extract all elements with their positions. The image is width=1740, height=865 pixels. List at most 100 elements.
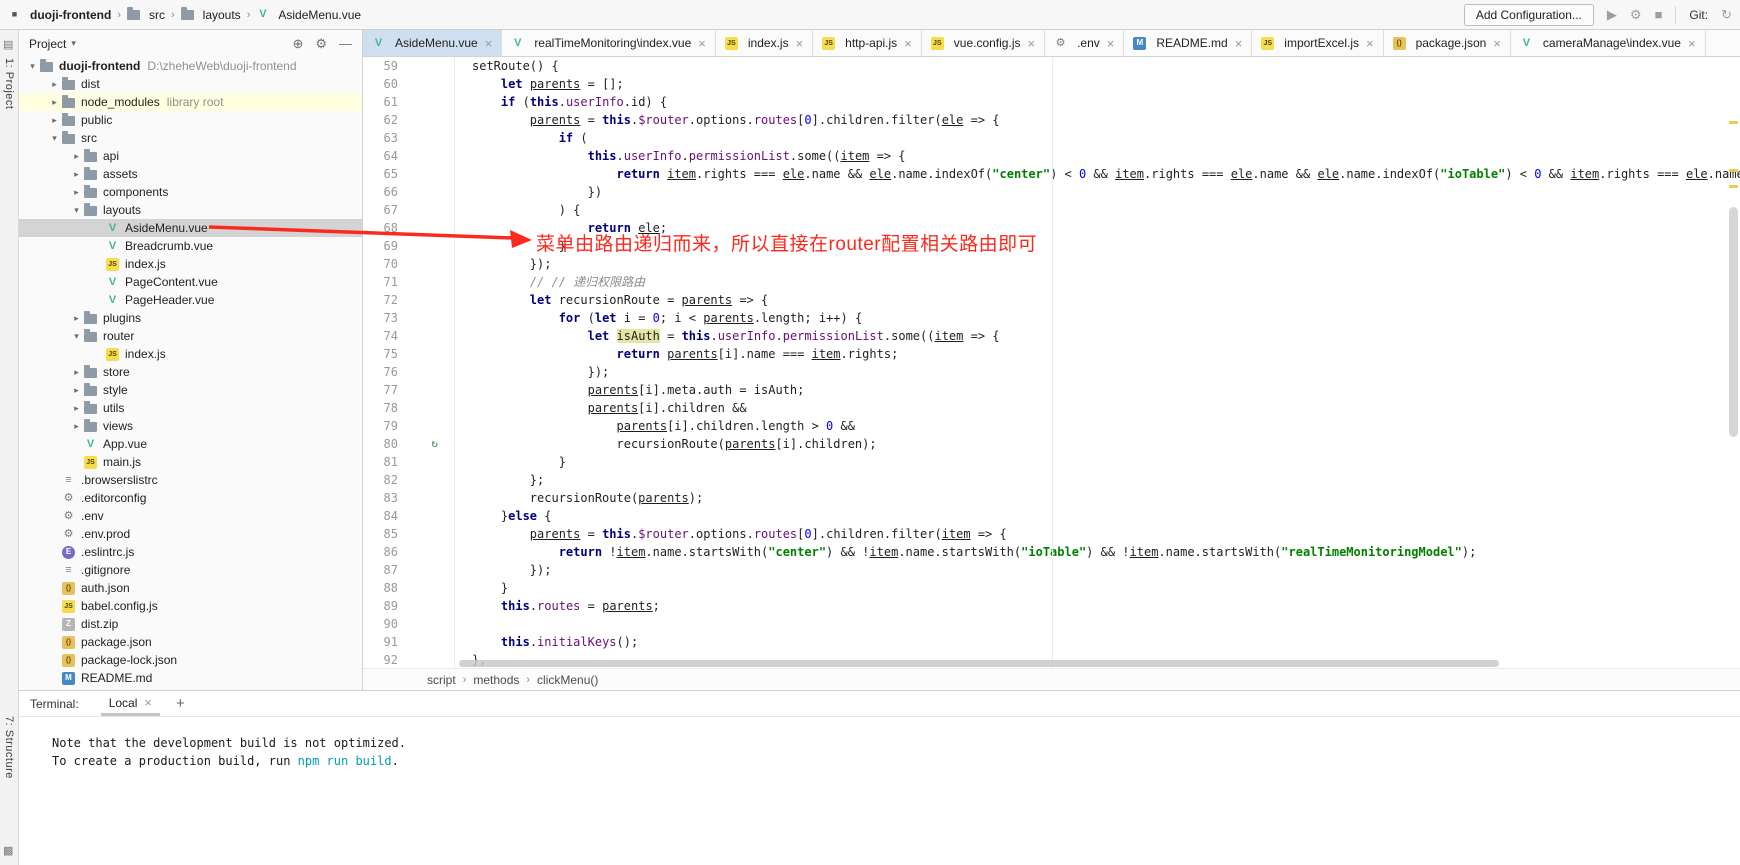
- warning-stripe-mark[interactable]: [1729, 169, 1738, 172]
- tree-item-dist[interactable]: ▸dist: [19, 75, 362, 93]
- tree-item-api[interactable]: ▸api: [19, 147, 362, 165]
- code-line[interactable]: 83 recursionRoute(parents);: [363, 489, 1740, 507]
- tree-item-AsideMenu.vue[interactable]: VAsideMenu.vue: [19, 219, 362, 237]
- breadcrumb-item-src[interactable]: src: [125, 8, 167, 22]
- code-line[interactable]: 64 this.userInfo.permissionList.some((it…: [363, 147, 1740, 165]
- code-text[interactable]: for (let i = 0; i < parents.length; i++)…: [455, 309, 862, 327]
- editor-tab-http-api.js[interactable]: JShttp-api.js×: [813, 30, 922, 56]
- tree-item-dist.zip[interactable]: Zdist.zip: [19, 615, 362, 633]
- tree-item-package.json[interactable]: {}package.json: [19, 633, 362, 651]
- tool-button-structure[interactable]: 7: Structure: [3, 716, 15, 779]
- code-text[interactable]: });: [455, 255, 551, 273]
- code-text[interactable]: recursionRoute(parents);: [455, 489, 703, 507]
- code-text[interactable]: });: [455, 561, 551, 579]
- code-text[interactable]: });: [455, 363, 609, 381]
- code-line[interactable]: 71 // // 递归权限路由: [363, 273, 1740, 291]
- code-text[interactable]: let isAuth = this.userInfo.permissionLis…: [455, 327, 1000, 345]
- tree-item-main.js[interactable]: JSmain.js: [19, 453, 362, 471]
- breadcrumb-item-AsideMenu.vue[interactable]: VAsideMenu.vue: [254, 8, 363, 22]
- tree-item-duoji-frontend[interactable]: ▾duoji-frontendD:\zheheWeb\duoji-fronten…: [19, 57, 362, 75]
- line-number[interactable]: 78: [363, 399, 455, 417]
- close-icon[interactable]: ×: [904, 36, 912, 51]
- build-icon[interactable]: ⚙: [1630, 8, 1642, 21]
- line-number[interactable]: 91: [363, 633, 455, 651]
- code-text[interactable]: }: [455, 579, 508, 597]
- tree-item-index.js[interactable]: JSindex.js: [19, 255, 362, 273]
- add-configuration-button[interactable]: Add Configuration...: [1464, 4, 1594, 26]
- editor-breadcrumb-methods[interactable]: methods: [473, 673, 519, 687]
- line-number[interactable]: 62: [363, 111, 455, 129]
- code-text[interactable]: [455, 615, 472, 633]
- line-number[interactable]: 92: [363, 651, 455, 668]
- code-line[interactable]: 70 });: [363, 255, 1740, 273]
- code-line[interactable]: 77 parents[i].meta.auth = isAuth;: [363, 381, 1740, 399]
- chevron-down-icon[interactable]: ▾: [69, 331, 84, 342]
- code-line[interactable]: 86 return !item.name.startsWith("center"…: [363, 543, 1740, 561]
- code-text[interactable]: recursionRoute(parents[i].children);: [455, 435, 877, 453]
- tree-item-.browserslistrc[interactable]: ≡.browserslistrc: [19, 471, 362, 489]
- code-line[interactable]: 75 return parents[i].name === item.right…: [363, 345, 1740, 363]
- tree-item-views[interactable]: ▸views: [19, 417, 362, 435]
- line-number[interactable]: 68: [363, 219, 455, 237]
- line-number[interactable]: 77: [363, 381, 455, 399]
- line-number[interactable]: 83: [363, 489, 455, 507]
- code-line[interactable]: 80↻ recursionRoute(parents[i].children);: [363, 435, 1740, 453]
- close-icon[interactable]: ×: [796, 36, 804, 51]
- code-line[interactable]: 90: [363, 615, 1740, 633]
- code-line[interactable]: 67 ) {: [363, 201, 1740, 219]
- code-line[interactable]: 72 let recursionRoute = parents => {: [363, 291, 1740, 309]
- chevron-right-icon[interactable]: ▸: [69, 367, 84, 378]
- code-line[interactable]: 82 };: [363, 471, 1740, 489]
- tree-item-layouts[interactable]: ▾layouts: [19, 201, 362, 219]
- tree-item-auth.json[interactable]: {}auth.json: [19, 579, 362, 597]
- tree-item-src[interactable]: ▾src: [19, 129, 362, 147]
- code-text[interactable]: parents[i].children &&: [455, 399, 747, 417]
- tree-item-node_modules[interactable]: ▸node_moduleslibrary root: [19, 93, 362, 111]
- line-number[interactable]: 90: [363, 615, 455, 633]
- tree-item-index.js[interactable]: JSindex.js: [19, 345, 362, 363]
- editor-tab-package.json[interactable]: {}package.json×: [1384, 30, 1511, 56]
- line-number[interactable]: 88: [363, 579, 455, 597]
- editor-tab-index.js[interactable]: JSindex.js×: [716, 30, 813, 56]
- breadcrumb-item-layouts[interactable]: layouts: [179, 8, 243, 22]
- code-text[interactable]: return !item.name.startsWith("center") &…: [455, 543, 1476, 561]
- chevron-down-icon[interactable]: ▾: [47, 133, 62, 144]
- close-icon[interactable]: ×: [1688, 36, 1696, 51]
- code-line[interactable]: 87 });: [363, 561, 1740, 579]
- chevron-down-icon[interactable]: ▾: [25, 61, 40, 72]
- line-number[interactable]: 60: [363, 75, 455, 93]
- editor-tab-AsideMenu.vue[interactable]: VAsideMenu.vue×: [363, 30, 502, 56]
- tree-item-App.vue[interactable]: VApp.vue: [19, 435, 362, 453]
- close-icon[interactable]: ×: [1235, 36, 1243, 51]
- code-line[interactable]: 79 parents[i].children.length > 0 &&: [363, 417, 1740, 435]
- code-line[interactable]: 76 });: [363, 363, 1740, 381]
- editor-tab-.env[interactable]: ⚙.env×: [1045, 30, 1124, 56]
- line-number[interactable]: 80↻: [363, 435, 455, 453]
- line-number[interactable]: 61: [363, 93, 455, 111]
- close-icon[interactable]: ×: [1107, 36, 1115, 51]
- code-line[interactable]: 89 this.routes = parents;: [363, 597, 1740, 615]
- line-number[interactable]: 81: [363, 453, 455, 471]
- code-text[interactable]: parents = this.$router.options.routes[0]…: [455, 111, 1000, 129]
- breadcrumb-item-duoji-frontend[interactable]: ■duoji-frontend: [6, 8, 113, 22]
- code-line[interactable]: 78 parents[i].children &&: [363, 399, 1740, 417]
- tree-item-style[interactable]: ▸style: [19, 381, 362, 399]
- code-line[interactable]: 81 }: [363, 453, 1740, 471]
- code-text[interactable]: // // 递归权限路由: [455, 273, 645, 291]
- chevron-right-icon[interactable]: ▸: [69, 169, 84, 180]
- line-number[interactable]: 59: [363, 57, 455, 75]
- code-line[interactable]: 88 }: [363, 579, 1740, 597]
- line-number[interactable]: 66: [363, 183, 455, 201]
- warning-stripe-mark[interactable]: [1729, 121, 1738, 124]
- settings-gear-icon[interactable]: ⚙: [315, 36, 327, 52]
- run-icon[interactable]: ▶: [1607, 8, 1617, 21]
- chevron-right-icon[interactable]: ▸: [69, 187, 84, 198]
- editor-tab-realTimeMonitoring\index.vue[interactable]: VrealTimeMonitoring\index.vue×: [502, 30, 716, 56]
- code-editor[interactable]: 59setRoute() {60 let parents = [];61 if …: [363, 57, 1740, 668]
- code-text[interactable]: setRoute() {: [455, 57, 559, 75]
- chevron-right-icon[interactable]: ▸: [47, 79, 62, 90]
- tree-item-router[interactable]: ▾router: [19, 327, 362, 345]
- editor-tab-vue.config.js[interactable]: JSvue.config.js×: [922, 30, 1045, 56]
- close-icon[interactable]: ×: [144, 695, 152, 710]
- horizontal-scrollbar[interactable]: [459, 660, 1499, 667]
